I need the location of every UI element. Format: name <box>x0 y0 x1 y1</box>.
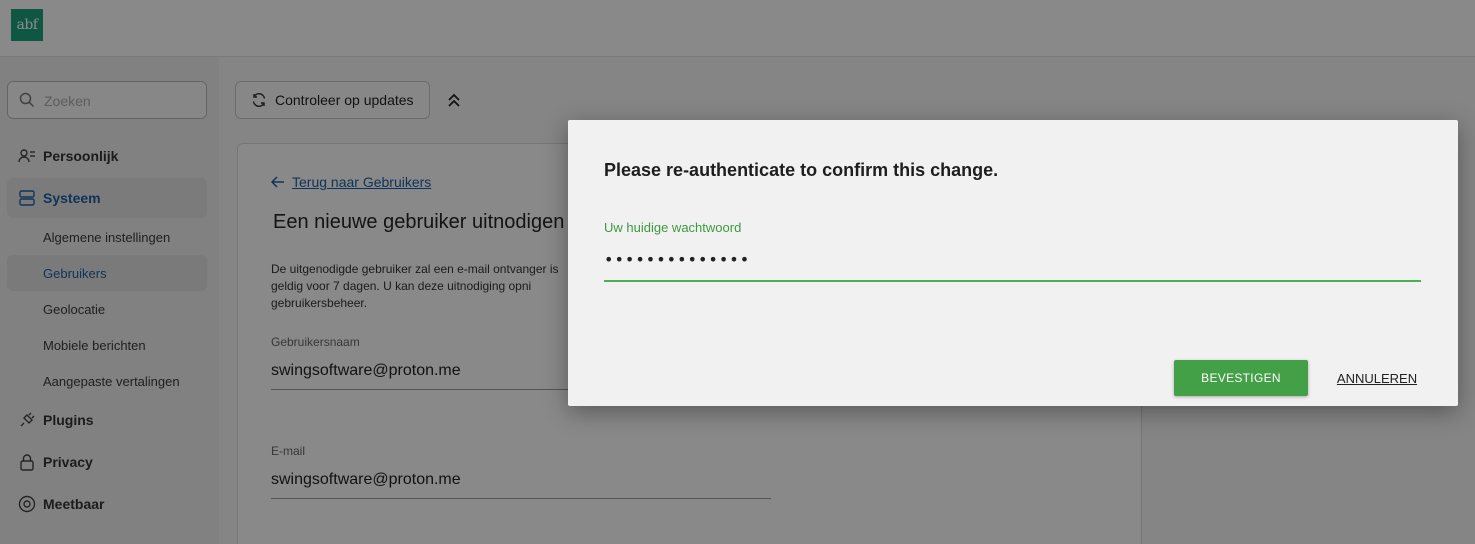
reauth-dialog: Please re-authenticate to confirm this c… <box>568 120 1458 406</box>
password-label: Uw huidige wachtwoord <box>604 220 742 235</box>
cancel-button[interactable]: ANNULEREN <box>1328 360 1426 396</box>
confirm-button[interactable]: BEVESTIGEN <box>1174 360 1308 396</box>
dialog-title: Please re-authenticate to confirm this c… <box>604 160 999 180</box>
password-field[interactable] <box>604 244 1421 282</box>
